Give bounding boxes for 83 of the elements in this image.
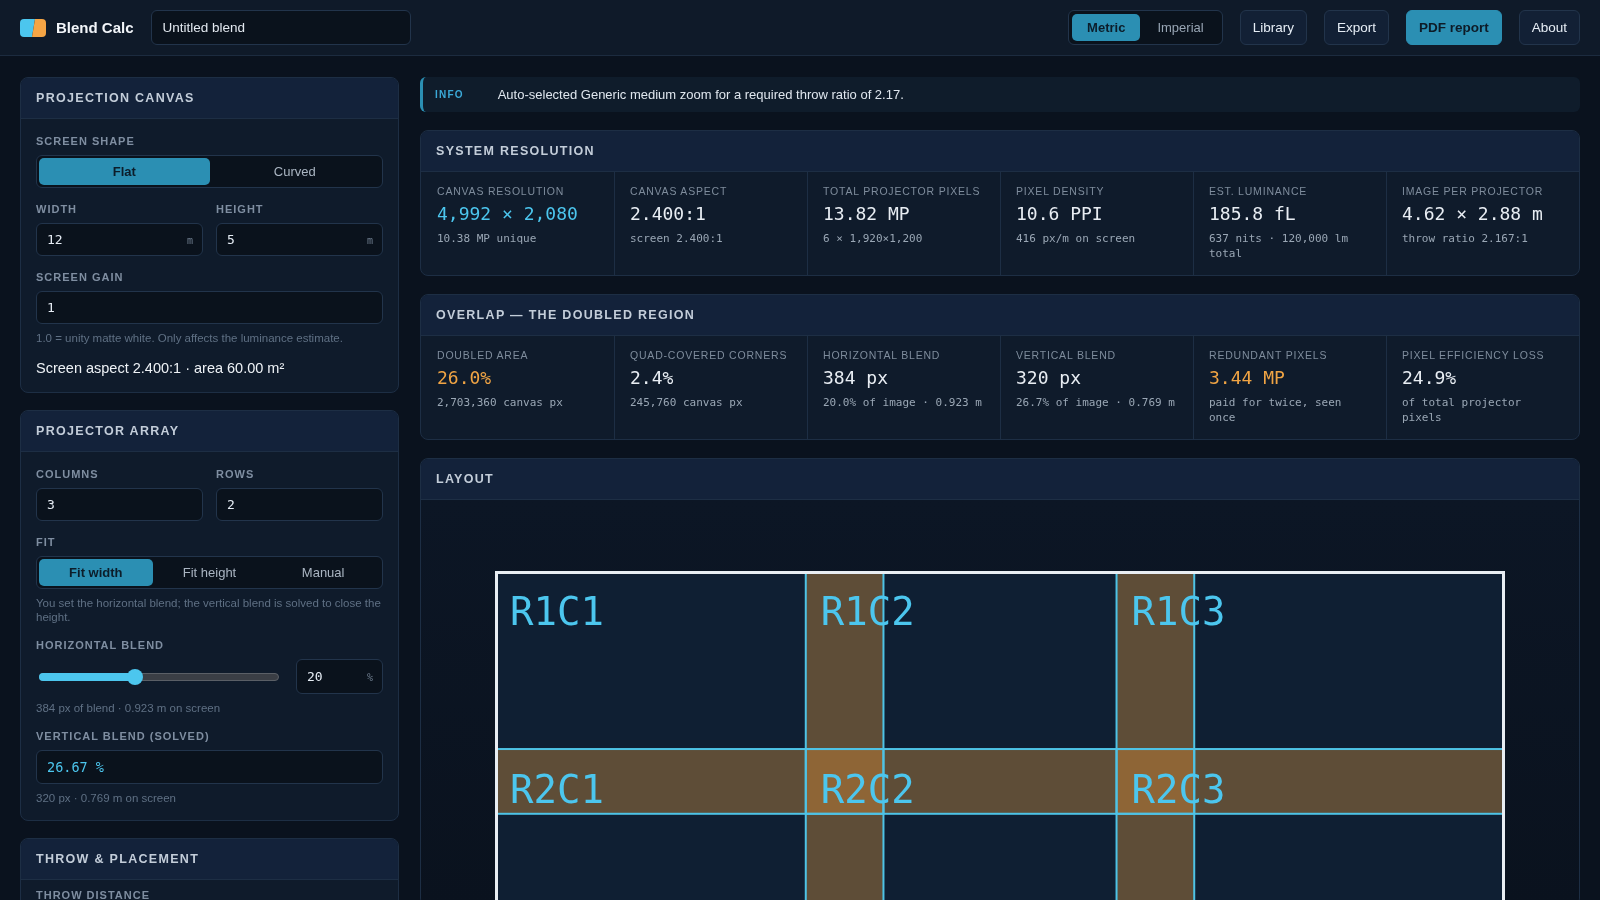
segment-button[interactable]: Fit width — [39, 559, 153, 586]
metric-note: of total projector pixels — [1402, 395, 1523, 425]
toolbar-button[interactable]: About — [1518, 10, 1580, 45]
metric-note: 20.0% of image · 0.923 m — [823, 395, 983, 410]
solved-value-field: 26.67 % — [36, 750, 383, 784]
primary-button[interactable]: PDF report — [1405, 10, 1502, 45]
metric-label: EST. LUMINANCE — [1209, 184, 1309, 198]
metric-note: throw ratio 2.167:1 — [1402, 231, 1529, 246]
metric-value: 4.62 × 2.88 m — [1402, 203, 1544, 225]
slider-thumb[interactable] — [127, 668, 144, 685]
number-field[interactable]: 2 — [216, 488, 383, 521]
projector-label: R1C1 — [510, 589, 604, 634]
metric-note: screen 2.400:1 — [630, 231, 724, 246]
metric-value: 24.9% — [1402, 367, 1458, 389]
project-name-field[interactable]: Untitled blend — [150, 10, 411, 45]
metric-note: 26.7% of image · 0.769 m — [1016, 395, 1176, 410]
metric-value: 4,992 × 2,080 — [437, 203, 579, 225]
metric-value: 185.8 fL — [1209, 203, 1297, 225]
projector-label: R2C1 — [510, 767, 604, 813]
field-label: ROWS — [216, 467, 256, 481]
summary-text: Screen aspect 2.400:1 · area 60.00 m² — [36, 359, 286, 377]
number-field[interactable]: 1 — [36, 291, 383, 324]
unit-tab[interactable]: Imperial — [1142, 14, 1219, 41]
metric-note: paid for twice, seen once — [1209, 395, 1343, 425]
metric-value: 10.6 PPI — [1016, 203, 1104, 225]
metric-label: HORIZONTAL BLEND — [823, 348, 942, 362]
card-title: PROJECTION CANVAS — [36, 91, 195, 105]
metric-note: 10.38 MP unique — [437, 231, 538, 246]
metric-label: QUAD-COVERED CORNERS — [630, 348, 789, 362]
field-label: SCREEN GAIN — [36, 270, 125, 284]
field-label: HEIGHT — [216, 202, 265, 216]
metric-label: IMAGE PER PROJECTOR — [1402, 184, 1545, 198]
hint-text: 320 px · 0.769 m on screen — [36, 791, 177, 805]
metric-label: VERTICAL BLEND — [1016, 348, 1117, 362]
toolbar-button[interactable]: Library — [1239, 10, 1307, 45]
toolbar-button[interactable]: Export — [1323, 10, 1389, 45]
segment-button[interactable]: Curved — [209, 158, 380, 185]
metric-value: 13.82 MP — [823, 203, 911, 225]
metric-label: REDUNDANT PIXELS — [1209, 348, 1329, 362]
hint-text: 384 px of blend · 0.923 m on screen — [36, 701, 222, 715]
field-label: WIDTH — [36, 202, 79, 216]
metric-note: 2,703,360 canvas px — [437, 395, 564, 410]
metric-note: 416 px/m on screen — [1016, 231, 1137, 246]
field-label: THROW DISTANCE — [36, 888, 151, 900]
metric-value: 26.0% — [437, 367, 493, 389]
metric-value: 2.4% — [630, 367, 675, 389]
metric-note: 637 nits · 120,000 lm total — [1209, 231, 1350, 261]
card-title: THROW & PLACEMENT — [36, 852, 200, 866]
card-title: LAYOUT — [436, 472, 495, 486]
unit-label: % — [366, 671, 373, 682]
field-label: SCREEN SHAPE — [36, 134, 136, 148]
info-message: Auto-selected Generic medium zoom for a required throw ratio of 2.17. — [497, 87, 904, 102]
info-tag: INFO — [435, 89, 464, 100]
field-label: VERTICAL BLEND (SOLVED) — [36, 729, 211, 743]
metric-value: 320 px — [1016, 367, 1083, 389]
metric-note: 6 × 1,920×1,200 — [823, 231, 924, 246]
metric-value: 384 px — [823, 367, 890, 389]
metric-label: PIXEL EFFICIENCY LOSS — [1402, 348, 1546, 362]
field-label: FIT — [36, 535, 57, 549]
metric-label: CANVAS RESOLUTION — [437, 184, 566, 198]
metric-value: 3.44 MP — [1209, 367, 1286, 389]
unit-label: m — [186, 234, 193, 245]
number-field[interactable]: 3 — [36, 488, 203, 521]
logo-icon — [20, 18, 46, 37]
hint-text: 1.0 = unity matte white. Only affects the luminance estimate. — [36, 331, 344, 345]
metric-label: CANVAS ASPECT — [630, 184, 729, 198]
metric-value: 2.400:1 — [630, 203, 707, 225]
metric-label: DOUBLED AREA — [437, 348, 530, 362]
card-title: PROJECTOR ARRAY — [36, 424, 180, 438]
card-title: SYSTEM RESOLUTION — [436, 144, 595, 158]
unit-label: m — [366, 234, 373, 245]
segment-button[interactable]: Fit height — [152, 559, 267, 586]
metric-note: 245,760 canvas px — [630, 395, 744, 410]
field-label: HORIZONTAL BLEND — [36, 638, 166, 652]
metric-label: TOTAL PROJECTOR PIXELS — [823, 184, 982, 198]
card-title: OVERLAP — THE DOUBLED REGION — [436, 308, 696, 322]
app-title: Blend Calc — [56, 19, 134, 36]
hint-text: You set the horizontal blend; the vertical blend is solved to close the height. — [36, 596, 382, 624]
field-label: COLUMNS — [36, 467, 100, 481]
segment-button[interactable]: Manual — [266, 559, 380, 586]
segment-button[interactable]: Flat — [39, 158, 210, 185]
unit-tab[interactable]: Metric — [1072, 14, 1141, 41]
metric-label: PIXEL DENSITY — [1016, 184, 1106, 198]
